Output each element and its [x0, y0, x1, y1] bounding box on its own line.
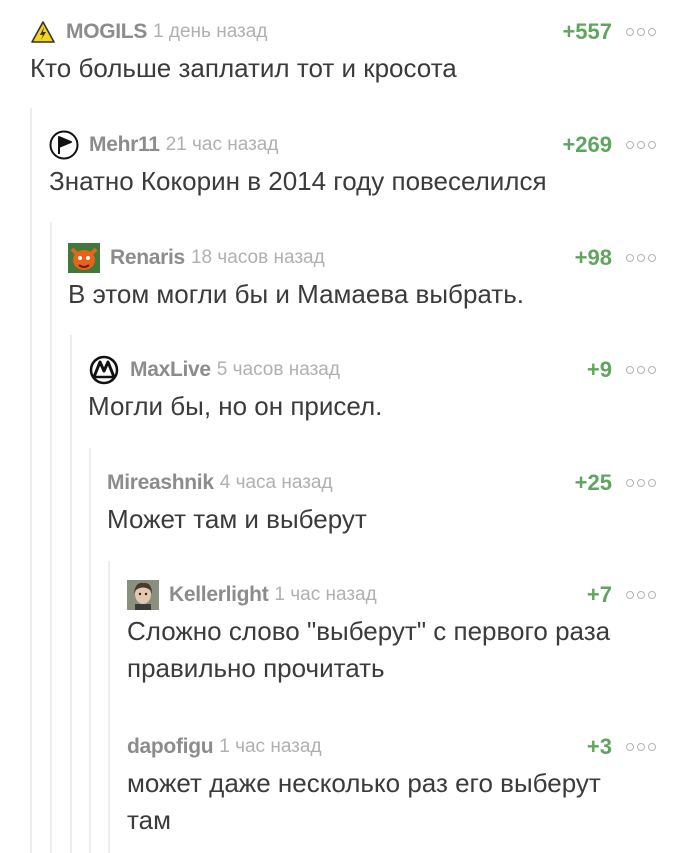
more-options-icon[interactable]: [626, 479, 656, 487]
comment: dapofigu 1 час назад +3 может даже неско…: [127, 733, 656, 839]
rating-value: +9: [586, 357, 612, 382]
rating-value: +98: [574, 245, 612, 270]
comment-header: MaxLive 5 часов назад +9: [88, 355, 656, 385]
pirate-party-icon[interactable]: [49, 130, 79, 160]
author-name[interactable]: dapofigu: [127, 735, 214, 759]
comment-header: dapofigu 1 час назад +3: [127, 733, 656, 761]
more-options-icon[interactable]: [626, 591, 656, 599]
timestamp[interactable]: 4 часа назад: [220, 472, 333, 494]
rating-value: +25: [574, 470, 612, 495]
author-name[interactable]: Kellerlight: [169, 583, 269, 607]
author-name[interactable]: Renaris: [110, 246, 185, 270]
comment: Mehr11 21 час назад +269 Знатно Кокорин …: [49, 130, 656, 200]
timestamp[interactable]: 1 час назад: [274, 584, 376, 606]
thread-line[interactable]: [108, 561, 110, 853]
more-options-icon[interactable]: [626, 254, 656, 262]
comment-header: Mireashnik 4 часа назад +25: [107, 469, 656, 497]
comment-header: MOGILS 1 день назад +557: [30, 18, 656, 46]
author-name[interactable]: Mehr11: [89, 133, 160, 157]
thread-line[interactable]: [89, 448, 91, 853]
timestamp[interactable]: 18 часов назад: [191, 247, 325, 269]
comment-text-line: правильно прочитать: [127, 653, 385, 683]
comment-text: Может там и выберут: [107, 504, 367, 534]
comment-text-line: Сложно слово "выберут" с первого раза: [127, 616, 611, 646]
more-options-icon[interactable]: [626, 743, 656, 751]
more-options-icon[interactable]: [626, 141, 656, 149]
thread-line[interactable]: [50, 222, 52, 853]
thread-line[interactable]: [70, 335, 72, 853]
more-options-icon[interactable]: [626, 366, 656, 374]
author-name[interactable]: MaxLive: [130, 358, 211, 382]
comment-text: Знатно Кокорин в 2014 году повеселился: [49, 166, 547, 196]
comment-text-line: там: [127, 805, 171, 835]
orange-creature-avatar[interactable]: [68, 243, 100, 273]
comment-header: Kellerlight 1 час назад +7: [127, 580, 656, 610]
comment: Renaris 18 часов назад +98 В этом могли …: [68, 243, 656, 313]
rating-value: +7: [586, 582, 612, 607]
comment-header: Mehr11 21 час назад +269: [49, 130, 656, 160]
comment-header: Renaris 18 часов назад +98: [68, 243, 656, 273]
comment: Kellerlight 1 час назад +7 Сложно слово …: [127, 580, 656, 687]
comment-text: Кто больше заплатил тот и кросота: [30, 53, 457, 83]
comment-text-line: может даже несколько раз его выберут: [127, 768, 601, 798]
author-name[interactable]: Mireashnik: [107, 471, 214, 495]
timestamp[interactable]: 1 день назад: [153, 21, 267, 43]
comment-text: Могли бы, но он присел.: [88, 391, 383, 421]
comment-text: может даже несколько раз его выберут там: [127, 765, 656, 839]
rating-value: +269: [562, 132, 612, 157]
timestamp[interactable]: 1 час назад: [219, 736, 321, 758]
comment: MaxLive 5 часов назад +9 Могли бы, но он…: [88, 355, 656, 425]
rating-value: +3: [586, 734, 612, 759]
comment-text: В этом могли бы и Мамаева выбрать.: [68, 279, 524, 309]
timestamp[interactable]: 21 час назад: [166, 134, 279, 156]
more-options-icon[interactable]: [626, 28, 656, 36]
portrait-avatar[interactable]: [127, 580, 159, 610]
comment-text: Сложно слово "выберут" с первого раза пр…: [127, 613, 656, 687]
warning-triangle-icon[interactable]: [30, 19, 56, 45]
author-name[interactable]: MOGILS: [66, 20, 147, 44]
rating-value: +557: [562, 19, 612, 44]
metro-m-logo-icon[interactable]: [88, 355, 120, 385]
thread-line[interactable]: [30, 108, 32, 853]
comment: MOGILS 1 день назад +557 Кто больше запл…: [30, 18, 656, 87]
timestamp[interactable]: 5 часов назад: [217, 359, 340, 381]
comment: Mireashnik 4 часа назад +25 Может там и …: [107, 469, 656, 538]
